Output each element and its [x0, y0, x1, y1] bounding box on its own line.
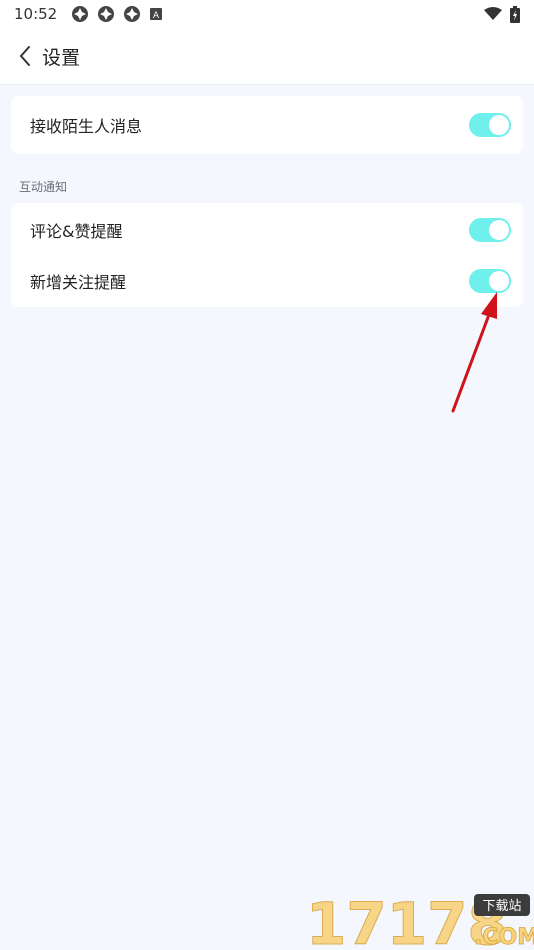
watermark-domain: .COM	[474, 925, 534, 950]
watermark-badge: 下载站	[482, 899, 521, 914]
watermark-graphic: 17178 下载站 .COM	[306, 890, 534, 950]
watermark-logo: 17178 下载站 .COM	[304, 888, 534, 950]
annotation-arrow	[451, 292, 497, 413]
